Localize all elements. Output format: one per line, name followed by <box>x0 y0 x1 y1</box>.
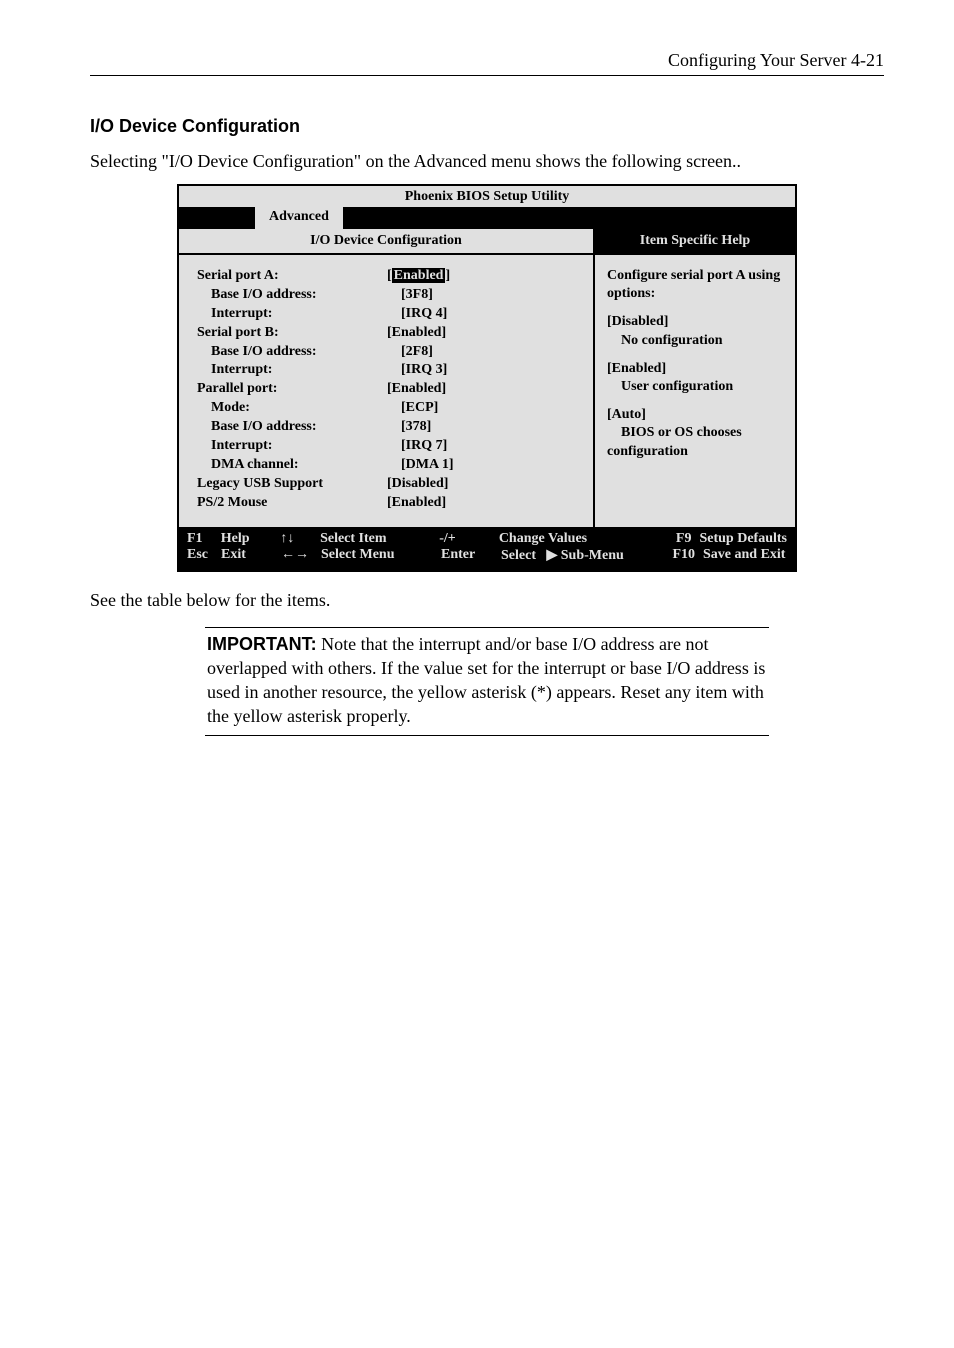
key-f1[interactable]: F1 <box>187 531 221 547</box>
cfg-serial-b[interactable]: Serial port B: [Enabled] <box>197 324 583 343</box>
footer-row-1: F1 Help ↑↓ Select Item -/+ Change Values… <box>187 531 787 547</box>
key-esc[interactable]: Esc <box>187 547 221 564</box>
cfg-value: [378] <box>401 418 431 437</box>
help-disabled-t: No configuration <box>607 333 723 348</box>
cfg-label: Serial port A: <box>197 267 387 286</box>
tab-rest <box>343 207 795 229</box>
action-select-item: Select Item <box>320 531 439 547</box>
cfg-parallel-irq[interactable]: Interrupt: [IRQ 7] <box>197 437 583 456</box>
section-title: I/O Device Configuration <box>90 116 884 137</box>
cfg-value: [IRQ 3] <box>401 361 447 380</box>
cfg-value: [Enabled] <box>387 380 446 399</box>
action-help: Help <box>221 531 281 547</box>
help-auto-t: BIOS or OS chooses configuration <box>607 425 742 458</box>
help-disabled: [Disabled] No configuration <box>607 313 785 349</box>
bios-tab-bar: Advanced <box>179 207 795 229</box>
cfg-value: [2F8] <box>401 343 433 362</box>
cfg-value: [Enabled] <box>387 267 450 286</box>
cfg-label: Base I/O address: <box>197 418 401 437</box>
page-header: Configuring Your Server 4-21 <box>90 50 884 76</box>
cfg-label: Interrupt: <box>197 361 401 380</box>
footer-row-2: Esc Exit ←→ Select Menu Enter Select ▶ S… <box>187 547 787 564</box>
note-strong: IMPORTANT: <box>207 634 317 654</box>
config-pane: Serial port A: [Enabled] Base I/O addres… <box>179 255 595 527</box>
action-exit: Exit <box>221 547 281 564</box>
bios-setup-screenshot: Phoenix BIOS Setup Utility Advanced I/O … <box>177 184 797 572</box>
cfg-parallel-mode[interactable]: Mode: [ECP] <box>197 399 583 418</box>
cfg-serial-b-irq[interactable]: Interrupt: [IRQ 3] <box>197 361 583 380</box>
cfg-label: Interrupt: <box>197 437 401 456</box>
cfg-label: PS/2 Mouse <box>197 494 387 513</box>
cfg-label: Serial port B: <box>197 324 387 343</box>
cfg-label: Legacy USB Support <box>197 475 387 494</box>
action-save-exit: Save and Exit <box>703 547 785 564</box>
cfg-parallel[interactable]: Parallel port: [Enabled] <box>197 380 583 399</box>
help-enabled: [Enabled] User configuration <box>607 360 785 396</box>
cfg-serial-a[interactable]: Serial port A: [Enabled] <box>197 267 583 286</box>
cfg-value: [3F8] <box>401 286 433 305</box>
key-updown[interactable]: ↑↓ <box>280 531 320 547</box>
help-enabled-t: User configuration <box>607 379 733 394</box>
pane-title-left: I/O Device Configuration <box>179 229 595 253</box>
post-text: See the table below for the items. <box>90 590 884 611</box>
cfg-label: Parallel port: <box>197 380 387 399</box>
key-minusplus[interactable]: -/+ <box>439 531 499 547</box>
header-text: Configuring Your Server 4-21 <box>668 50 884 70</box>
cfg-value: [ECP] <box>401 399 438 418</box>
key-enter[interactable]: Enter <box>441 547 501 564</box>
action-change-values: Change Values <box>499 531 648 547</box>
cfg-label: Mode: <box>197 399 401 418</box>
action-select-menu: Select Menu <box>321 547 441 564</box>
cfg-ps2-mouse[interactable]: PS/2 Mouse [Enabled] <box>197 494 583 513</box>
tab-spacer <box>179 207 255 229</box>
cfg-serial-a-irq[interactable]: Interrupt: [IRQ 4] <box>197 305 583 324</box>
cfg-parallel-dma[interactable]: DMA channel: [DMA 1] <box>197 456 583 475</box>
pane-title-right: Item Specific Help <box>595 229 795 253</box>
key-f10[interactable]: F10 <box>651 547 703 564</box>
cfg-label: Base I/O address: <box>197 286 401 305</box>
cfg-label: Base I/O address: <box>197 343 401 362</box>
help-intro: Configure serial port A using options: <box>607 267 785 303</box>
cfg-legacy-usb[interactable]: Legacy USB Support [Disabled] <box>197 475 583 494</box>
help-auto-h: [Auto] <box>607 407 646 422</box>
intro-text: Selecting "I/O Device Configuration" on … <box>90 151 884 172</box>
cfg-serial-b-base[interactable]: Base I/O address: [2F8] <box>197 343 583 362</box>
cfg-value: [IRQ 7] <box>401 437 447 456</box>
bios-footer: F1 Help ↑↓ Select Item -/+ Change Values… <box>179 527 795 570</box>
action-setup-defaults: Setup Defaults <box>699 531 787 547</box>
cfg-parallel-base[interactable]: Base I/O address: [378] <box>197 418 583 437</box>
cfg-value: [Enabled] <box>387 494 446 513</box>
cfg-label: DMA channel: <box>197 456 401 475</box>
tab-advanced[interactable]: Advanced <box>255 207 343 229</box>
help-disabled-h: [Disabled] <box>607 314 668 329</box>
cfg-serial-a-base[interactable]: Base I/O address: [3F8] <box>197 286 583 305</box>
help-pane: Configure serial port A using options: [… <box>595 255 795 527</box>
cfg-value: [Disabled] <box>387 475 448 494</box>
cfg-value: [DMA 1] <box>401 456 454 475</box>
help-enabled-h: [Enabled] <box>607 361 666 376</box>
selected-value: Enabled <box>392 268 446 283</box>
bios-title: Phoenix BIOS Setup Utility <box>179 186 795 207</box>
cfg-label: Interrupt: <box>197 305 401 324</box>
help-auto: [Auto] BIOS or OS chooses configuration <box>607 406 785 461</box>
important-note: IMPORTANT: Note that the interrupt and/o… <box>205 627 769 736</box>
cfg-value: [Enabled] <box>387 324 446 343</box>
key-f9[interactable]: F9 <box>648 531 700 547</box>
action-select-submenu: Select ▶ Sub-Menu <box>501 547 651 564</box>
cfg-value: [IRQ 4] <box>401 305 447 324</box>
key-leftright[interactable]: ←→ <box>281 547 321 564</box>
